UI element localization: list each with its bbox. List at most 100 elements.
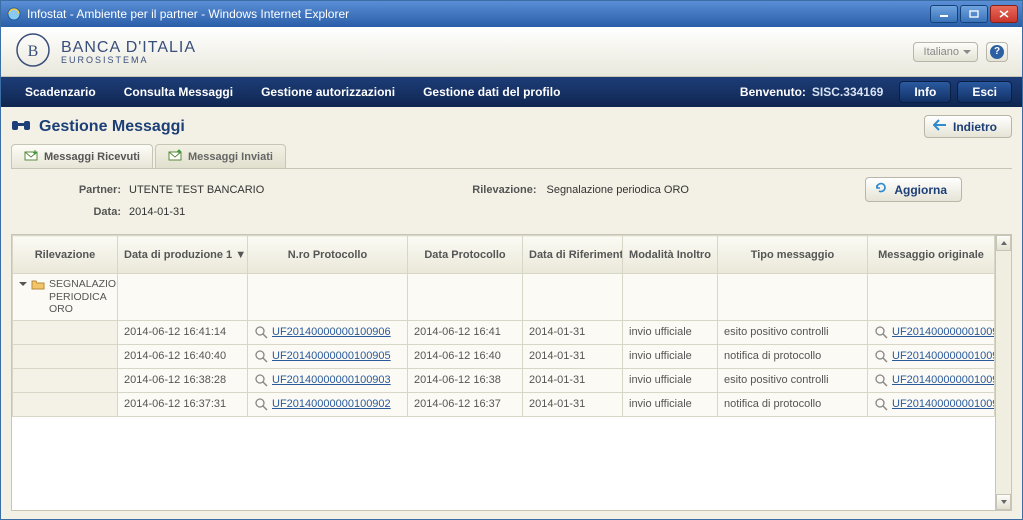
rilevazione-label: Rilevazione: (472, 184, 536, 196)
language-label: Italiano (924, 46, 959, 58)
language-selector[interactable]: Italiano (913, 42, 978, 62)
cell-data-produzione: 2014-06-12 16:41:14 (118, 320, 248, 344)
exit-button[interactable]: Esci (957, 81, 1012, 103)
magnifier-icon (254, 325, 268, 339)
close-button[interactable] (990, 5, 1018, 23)
cell-modalita-inoltro: invio ufficiale (623, 320, 718, 344)
outbox-icon (168, 149, 182, 164)
minimize-button[interactable] (930, 5, 958, 23)
cell-data-riferimento: 2014-01-31 (523, 392, 623, 416)
cell-nro-protocollo: UF20140000000100902 (248, 392, 408, 416)
msg-originale-link[interactable]: UF20140000000100901 (892, 374, 995, 386)
cell-data-protocollo: 2014-06-12 16:38 (408, 368, 523, 392)
help-icon: ? (990, 45, 1004, 59)
col-header-tipo-messaggio[interactable]: Tipo messaggio (718, 236, 868, 274)
menu-scadenzario[interactable]: Scadenzario (11, 85, 110, 99)
brand-bar: B BANCA D'ITALIA EUROSISTEMA Italiano ? (1, 27, 1022, 77)
cell-nro-protocollo: UF20140000000100905 (248, 344, 408, 368)
cell-msg-originale: UF20140000000100901 (868, 368, 995, 392)
filter-row-data: Data: 2014-01-31 (11, 206, 1012, 222)
cell-nro-protocollo: UF20140000000100903 (248, 368, 408, 392)
col-header-data-riferimento[interactable]: Data di Riferimento (523, 236, 623, 274)
col-header-messaggio-originale[interactable]: Messaggio originale (868, 236, 995, 274)
table-vertical-scrollbar[interactable] (995, 235, 1011, 510)
cell-rilevazione (13, 344, 118, 368)
svg-text:B: B (28, 43, 39, 60)
cell-msg-originale: UF20140000000100904 (868, 320, 995, 344)
info-button[interactable]: Info (899, 81, 951, 103)
cell-tipo-messaggio: esito positivo controlli (718, 368, 868, 392)
cell-rilevazione (13, 320, 118, 344)
maximize-button[interactable] (960, 5, 988, 23)
magnifier-icon (874, 373, 888, 387)
partner-value: UTENTE TEST BANCARIO (129, 184, 264, 196)
protocollo-link[interactable]: UF20140000000100905 (272, 350, 391, 362)
protocollo-link[interactable]: UF20140000000100903 (272, 374, 391, 386)
tab-label-ricevuti: Messaggi Ricevuti (44, 151, 140, 163)
col-header-modalita-inoltro[interactable]: Modalità Inoltro (623, 236, 718, 274)
magnifier-icon (874, 325, 888, 339)
msg-originale-link[interactable]: UF20140000000100901 (892, 398, 995, 410)
window-controls (930, 5, 1018, 23)
protocollo-link[interactable]: UF20140000000100902 (272, 398, 391, 410)
menu-consulta-messaggi[interactable]: Consulta Messaggi (110, 85, 247, 99)
cell-data-protocollo: 2014-06-12 16:41 (408, 320, 523, 344)
rilevazione-value: Segnalazione periodica ORO (546, 184, 688, 196)
messages-table: Rilevazione Data di produzione 1 ▼ N.ro … (12, 235, 995, 417)
filter-row-partner: Partner: UTENTE TEST BANCARIO Rilevazion… (11, 177, 1012, 206)
ie-favicon-icon (7, 7, 21, 21)
menu-gestione-autorizzazioni[interactable]: Gestione autorizzazioni (247, 85, 409, 99)
cell-rilevazione (13, 392, 118, 416)
protocollo-link[interactable]: UF20140000000100906 (272, 326, 391, 338)
page-content: Gestione Messaggi Indietro Messaggi Rice… (1, 107, 1022, 519)
scroll-up-arrow-icon[interactable] (996, 235, 1011, 251)
table-row[interactable]: 2014-06-12 16:37:31 UF20140000000100902 20… (13, 392, 995, 416)
table-row[interactable]: 2014-06-12 16:41:14 UF20140000000100906 20… (13, 320, 995, 344)
cell-modalita-inoltro: invio ufficiale (623, 392, 718, 416)
bank-logo-icon: B (15, 32, 51, 71)
tab-messaggi-ricevuti[interactable]: Messaggi Ricevuti (11, 144, 153, 168)
page-header: Gestione Messaggi Indietro (11, 115, 1012, 138)
table-header-row: Rilevazione Data di produzione 1 ▼ N.ro … (13, 236, 995, 274)
cell-data-produzione: 2014-06-12 16:40:40 (118, 344, 248, 368)
col-header-nro-protocollo[interactable]: N.ro Protocollo (248, 236, 408, 274)
message-tabs: Messaggi Ricevuti Messaggi Inviati (11, 144, 1012, 169)
col-header-rilevazione[interactable]: Rilevazione (13, 236, 118, 274)
back-button[interactable]: Indietro (924, 115, 1012, 138)
cell-data-riferimento: 2014-01-31 (523, 368, 623, 392)
cell-tipo-messaggio: esito positivo controlli (718, 320, 868, 344)
magnifier-icon (254, 397, 268, 411)
magnifier-icon (874, 397, 888, 411)
partner-label: Partner: (61, 184, 121, 196)
window-titlebar: Infostat - Ambiente per il partner - Win… (1, 1, 1022, 27)
tab-messaggi-inviati[interactable]: Messaggi Inviati (155, 144, 286, 168)
col-header-data-produzione[interactable]: Data di produzione 1 ▼ (118, 236, 248, 274)
magnifier-icon (254, 349, 268, 363)
collapse-triangle-icon[interactable] (19, 282, 27, 290)
refresh-button[interactable]: Aggiorna (865, 177, 962, 202)
magnifier-icon (874, 349, 888, 363)
magnifier-icon (254, 373, 268, 387)
tab-label-inviati: Messaggi Inviati (188, 151, 273, 163)
cell-msg-originale: UF20140000000100904 (868, 344, 995, 368)
help-button[interactable]: ? (986, 42, 1008, 62)
cell-data-protocollo: 2014-06-12 16:37 (408, 392, 523, 416)
cell-data-produzione: 2014-06-12 16:37:31 (118, 392, 248, 416)
table-row[interactable]: 2014-06-12 16:38:28UF2014000000010090320… (13, 368, 995, 392)
table-row[interactable]: 2014-06-12 16:40:40UF2014000000010090520… (13, 344, 995, 368)
welcome-label: Benvenuto: (740, 85, 806, 99)
cell-data-riferimento: 2014-01-31 (523, 320, 623, 344)
msg-originale-link[interactable]: UF20140000000100904 (892, 350, 995, 362)
back-label: Indietro (953, 120, 997, 134)
app-body: B BANCA D'ITALIA EUROSISTEMA Italiano ? … (1, 27, 1022, 519)
msg-originale-link[interactable]: UF20140000000100904 (892, 326, 995, 338)
scroll-track[interactable] (996, 251, 1011, 494)
cell-rilevazione (13, 368, 118, 392)
menu-gestione-dati-profilo[interactable]: Gestione dati del profilo (409, 85, 574, 99)
table-group-row[interactable]: SEGNALAZIONE PERIODICA ORO (13, 274, 995, 321)
cell-msg-originale: UF20140000000100901 (868, 392, 995, 416)
col-header-data-protocollo[interactable]: Data Protocollo (408, 236, 523, 274)
messages-table-container: Rilevazione Data di produzione 1 ▼ N.ro … (11, 234, 1012, 511)
scroll-down-arrow-icon[interactable] (996, 494, 1011, 510)
cell-modalita-inoltro: invio ufficiale (623, 344, 718, 368)
